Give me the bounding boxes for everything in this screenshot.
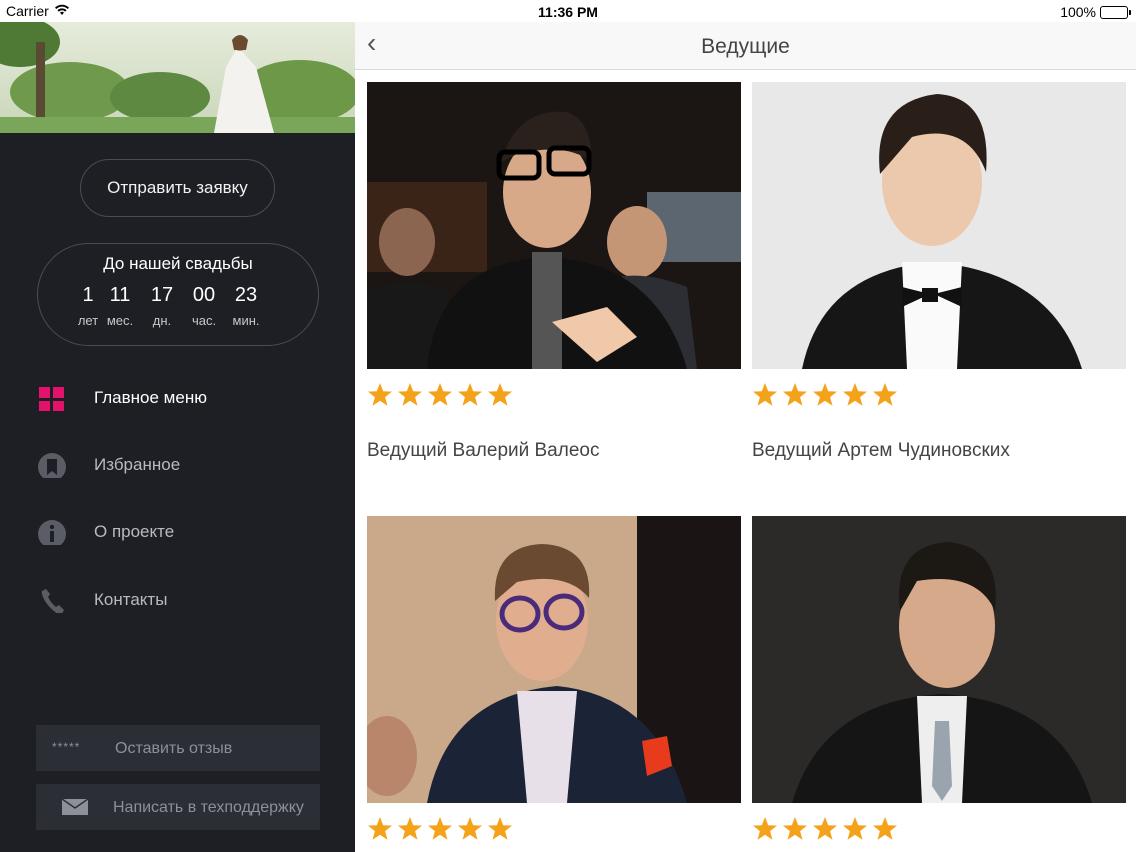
main-content: 11:36 PM 100% ‹ Ведущие Ведущий Валерий … [355,0,1136,852]
star-icon [782,816,808,842]
countdown-days: 17 дн. [150,284,174,328]
menu-item-contacts-label: Контакты [94,590,168,609]
star-icon [487,816,513,842]
menu-item-contacts[interactable]: Контакты [0,579,355,623]
host-name: Ведущий Артем Чудиновских [752,440,1010,461]
host-photo [752,516,1126,803]
menu-item-favorites[interactable]: Избранное [0,444,355,488]
envelope-icon [61,798,89,820]
bookmark-icon [38,450,66,481]
sidebar: Carrier Отправить заявку До нашей свадьб… [0,0,355,852]
star-icon [427,816,453,842]
send-request-button[interactable]: Отправить заявку [80,159,275,217]
leave-review-label: Оставить отзыв [115,740,233,757]
rating-stars [752,382,898,412]
star-icon [842,816,868,842]
leave-review-button[interactable]: ***** Оставить отзыв [36,725,320,771]
star-icon [782,382,808,408]
rating-stars [367,382,513,412]
host-name: Ведущий Валерий Валеос [367,440,600,461]
host-photo [752,82,1126,369]
menu-item-about-label: О проекте [94,522,175,541]
star-icon [457,816,483,842]
countdown-minutes: 23 мин. [232,284,260,328]
countdown-hours: 00 час. [191,284,217,328]
phone-icon [38,585,66,615]
host-card[interactable] [367,516,741,840]
wifi-icon [54,3,70,19]
nav-bar: ‹ Ведущие [355,22,1136,70]
host-card[interactable]: Ведущий Валерий Валеос [367,82,741,461]
menu-item-about[interactable]: О проекте [0,511,355,555]
countdown-title: До нашей свадьбы [103,254,253,273]
countdown-months: 11 мес. [106,284,134,328]
menu-item-main[interactable]: Главное меню [0,377,355,421]
host-card[interactable] [752,516,1126,840]
star-icon [427,382,453,408]
grid-icon [38,383,66,412]
write-support-button[interactable]: Написать в техподдержку [36,784,320,830]
menu-item-favorites-label: Избранное [94,455,181,474]
info-icon [38,517,66,548]
host-photo [367,82,741,369]
wedding-countdown: До нашей свадьбы 1 лет 11 мес. 17 дн. 00… [37,243,319,346]
host-photo [367,516,741,803]
star-icon [457,382,483,408]
star-icon [367,816,393,842]
star-icon [812,382,838,408]
battery-percent: 100% [1060,4,1096,20]
wedding-hero-image [0,22,355,133]
host-card[interactable]: Ведущий Артем Чудиновских [752,82,1126,461]
write-support-label: Написать в техподдержку [113,799,304,816]
star-icon [842,382,868,408]
carrier-label: Carrier [6,3,49,19]
menu-item-main-label: Главное меню [94,388,207,407]
star-icon [752,382,778,408]
star-icon [872,382,898,408]
battery-icon [1100,5,1131,19]
star-icon [752,816,778,842]
star-icon [812,816,838,842]
star-icon [397,382,423,408]
star-icon [367,382,393,408]
star-icon [397,816,423,842]
stars-text-icon: ***** [52,740,81,754]
status-bar-left: Carrier [0,0,355,22]
status-battery: 100% [1060,4,1131,20]
page-title: Ведущие [701,35,790,58]
rating-stars [752,816,898,846]
star-icon [872,816,898,842]
rating-stars [367,816,513,846]
star-icon [487,382,513,408]
status-time: 11:36 PM [538,4,598,20]
